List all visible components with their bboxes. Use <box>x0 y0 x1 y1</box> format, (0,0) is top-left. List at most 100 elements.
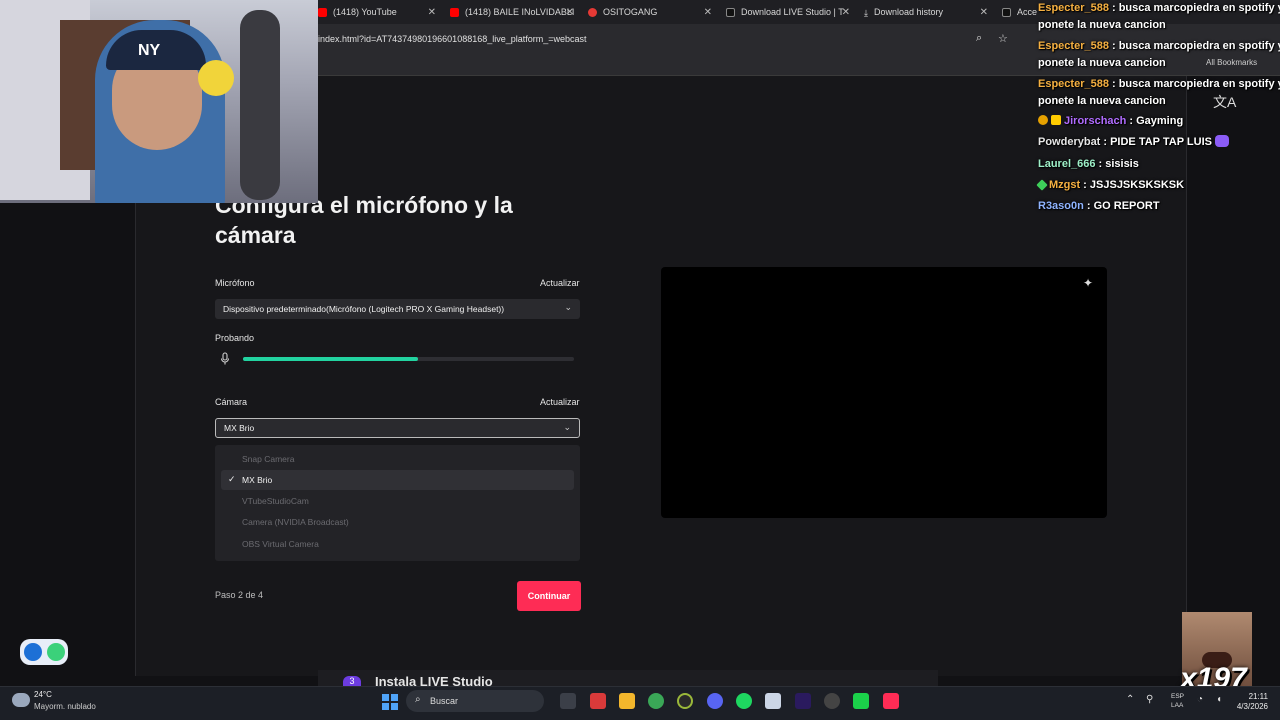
chat-message: Jirorschach: Gayming <box>1038 113 1183 130</box>
url-field[interactable]: index.html?id=AT74374980196601088168_liv… <box>318 34 587 44</box>
translate-icon[interactable]: 文A <box>1213 92 1236 112</box>
app-icon[interactable] <box>853 693 869 709</box>
chat-user: Powderybat <box>1038 136 1101 148</box>
folder-icon[interactable] <box>619 693 635 709</box>
camera-option-nvidia[interactable]: Camera (NVIDIA Broadcast) <box>221 512 574 532</box>
close-icon[interactable]: ✕ <box>566 7 574 18</box>
app-icon[interactable] <box>590 693 606 709</box>
taskview-icon[interactable] <box>560 693 576 709</box>
chat-user: Mzgst <box>1049 179 1081 191</box>
tab-youtube[interactable]: (1418) YouTube ✕ <box>318 2 436 22</box>
tab-access[interactable]: Acce <box>1002 2 1038 22</box>
mic-select[interactable]: Dispositivo predeterminado(Micrófono (Lo… <box>215 299 580 319</box>
lang-layout: LAA <box>1171 702 1184 709</box>
tab-label: Download history <box>873 7 944 17</box>
tab-label: Download LIVE Studio | T <box>741 7 844 17</box>
chat-text: Gayming <box>1136 115 1184 127</box>
close-icon[interactable]: ✕ <box>980 7 988 18</box>
chat-user: Especter_588 <box>1038 2 1109 14</box>
chat-user: R3aso0n <box>1038 200 1084 212</box>
tab-baile[interactable]: (1418) BAILE INoLVIDABLI ✕ <box>450 2 574 22</box>
mic-select-value: Dispositivo predeterminado(Micrófono (Lo… <box>223 304 505 314</box>
notepad-icon[interactable] <box>765 693 781 709</box>
chat-message: Especter_588: busca marcopiedra en spoti… <box>1038 0 1280 17</box>
taskbar-search[interactable]: ⌕ Buscar <box>406 690 544 712</box>
camera-option-mx-brio[interactable]: ✓ MX Brio <box>221 470 574 490</box>
weather-desc[interactable]: Mayorm. nublado <box>34 702 96 711</box>
camera-option-obs[interactable]: OBS Virtual Camera <box>221 534 574 554</box>
power-icon[interactable] <box>47 643 65 661</box>
app-icon[interactable] <box>677 693 693 709</box>
ositogang-icon <box>588 7 597 17</box>
chat-text: ponete la nueva cancion <box>1038 95 1166 107</box>
camera-preview <box>661 267 1107 518</box>
cloud-icon[interactable] <box>12 693 30 707</box>
clock-date: 4/3/2026 <box>1236 702 1268 711</box>
close-icon[interactable]: ✕ <box>842 7 850 18</box>
clock[interactable]: 21:11 4/3/2026 <box>1234 692 1268 712</box>
camera-option-snap[interactable]: Snap Camera <box>221 449 574 469</box>
chat-text: busca marcopiedra en spotify y <box>1118 40 1280 52</box>
camera-option-vtube[interactable]: VTubeStudioCam <box>221 491 574 511</box>
mic-level-fill <box>243 357 419 361</box>
testing-label: Probando <box>215 333 255 343</box>
magic-wand-icon[interactable]: ✦ <box>1083 276 1093 290</box>
tiktok-icon <box>726 7 735 17</box>
tab-download-live-studio[interactable]: Download LIVE Studio | T ✕ <box>726 2 850 22</box>
chevron-up-icon[interactable]: ⌃ <box>1126 694 1134 705</box>
chat-text: JSJSJSKSKSKSK <box>1089 179 1185 191</box>
all-bookmarks-link[interactable]: All Bookmarks <box>1206 58 1257 67</box>
tray-app-icon[interactable]: ⚲ <box>1146 694 1153 705</box>
tab-label: (1418) YouTube <box>333 7 397 17</box>
continue-button[interactable]: Continuar <box>517 581 581 611</box>
chat-text: ponete la nueva cancion <box>1038 57 1166 69</box>
tab-download-history[interactable]: ⤓ Download history ✕ <box>864 2 988 22</box>
chat-message: Laurel_666: sisisis <box>1038 158 1139 170</box>
close-icon[interactable]: ✕ <box>428 7 436 18</box>
option-label: VTubeStudioCam <box>242 496 309 506</box>
chat-message: Especter_588: busca marcopiedra en spoti… <box>1038 76 1280 93</box>
camera-select-value: MX Brio <box>224 423 255 433</box>
chat-text: sisisis <box>1105 158 1139 170</box>
webcam-guitar <box>240 10 280 200</box>
chat-text: PIDE TAP TAP LUIS <box>1110 136 1212 148</box>
camera-select[interactable]: MX Brio ⌄ <box>215 418 580 438</box>
mic-refresh-link[interactable]: Actualizar <box>540 278 580 288</box>
step-indicator: Paso 2 de 4 <box>215 590 264 600</box>
spotify-icon[interactable] <box>736 693 752 709</box>
lang-code: ESP <box>1171 693 1185 700</box>
chat-text: busca marcopiedra en spotify y <box>1118 78 1280 90</box>
close-icon[interactable]: ✕ <box>704 7 712 18</box>
chat-message: R3aso0n: GO REPORT <box>1038 200 1160 212</box>
check-icon: ✓ <box>228 474 236 484</box>
option-label: Snap Camera <box>242 454 295 464</box>
camera-refresh-link[interactable]: Actualizar <box>540 397 580 407</box>
star-icon[interactable]: ☆ <box>998 32 1008 45</box>
windows-start-icon[interactable] <box>382 694 398 710</box>
search-placeholder: Buscar <box>430 696 459 706</box>
obs-icon[interactable] <box>824 693 840 709</box>
language-indicator[interactable]: ESP LAA <box>1171 692 1184 710</box>
tab-ositogang[interactable]: OSITOGANG ✕ <box>588 2 712 22</box>
premiere-icon[interactable] <box>795 693 811 709</box>
camera-label: Cámara <box>215 397 248 407</box>
tiktok-live-icon[interactable] <box>883 693 899 709</box>
chat-text: busca marcopiedra en spotify y <box>1118 2 1280 14</box>
chrome-icon[interactable] <box>648 693 664 709</box>
discord-icon[interactable] <box>707 693 723 709</box>
camera-dropdown: Snap Camera ✓ MX Brio VTubeStudioCam Cam… <box>215 445 580 561</box>
zoom-icon[interactable]: ⌕ <box>976 32 982 45</box>
app-icon[interactable] <box>24 643 42 661</box>
speaker-icon[interactable]: ◖ <box>1216 694 1222 705</box>
tab-label: Acce <box>1017 7 1038 17</box>
floating-widget[interactable] <box>20 639 68 665</box>
chat-message: ponete la nueva cancion <box>1038 55 1166 72</box>
wifi-icon[interactable]: ◔ <box>1197 694 1203 705</box>
chat-text: ponete la nueva cancion <box>1038 19 1166 31</box>
option-label: OBS Virtual Camera <box>242 539 319 549</box>
tab-label: OSITOGANG <box>603 7 658 17</box>
chat-message: ponete la nueva cancion <box>1038 93 1166 110</box>
webcam-plush <box>198 60 234 96</box>
webcam-overlay: NY <box>0 0 318 203</box>
weather-temp[interactable]: 24°C <box>34 690 52 699</box>
